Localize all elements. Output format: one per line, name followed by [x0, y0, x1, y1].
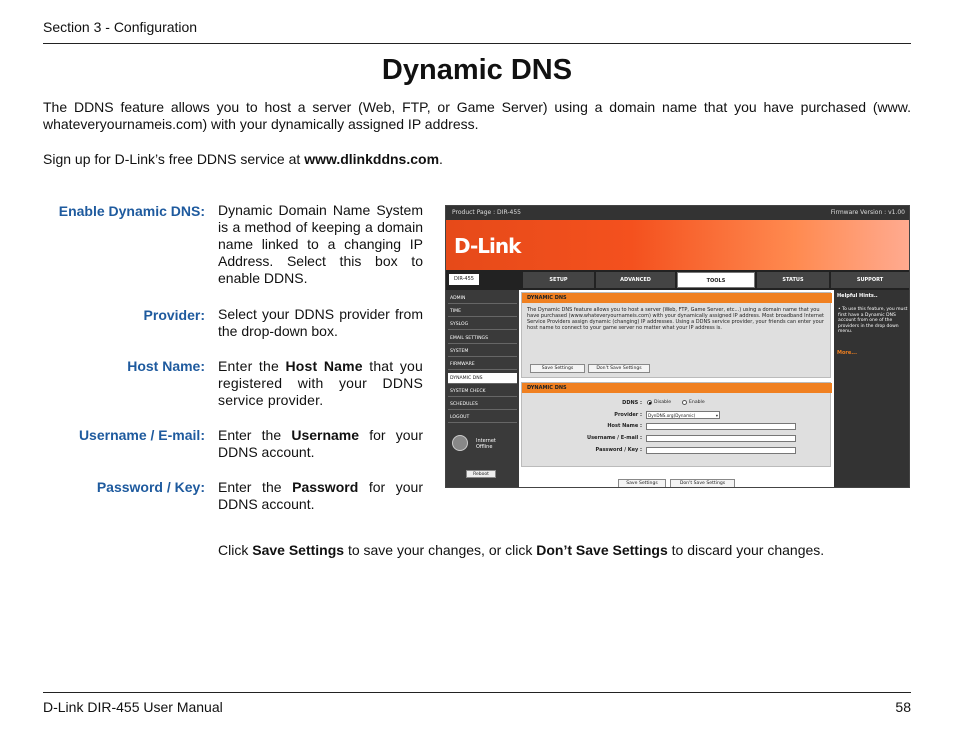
section-header: Section 3 - Configuration: [43, 19, 198, 35]
ddns-enable-radio[interactable]: [682, 400, 687, 405]
sidebar-item-system[interactable]: SYSTEM: [448, 346, 517, 357]
dlink-banner: D-Link: [446, 220, 909, 270]
product-page-text: Product Page : DIR-455: [452, 209, 521, 216]
top-navigation: DIR-455 SETUP ADVANCED TOOLS STATUS SUPP…: [446, 270, 909, 290]
sidebar-item-time[interactable]: TIME: [448, 306, 517, 317]
reboot-button[interactable]: Reboot: [466, 470, 496, 478]
desc-password: Enter the Password for your DDNS account…: [218, 479, 423, 513]
label-enable-dynamic-dns: Enable Dynamic DNS:: [58, 203, 205, 219]
label-username: Username / E-mail:: [78, 427, 205, 443]
intro-line-2: whateveryournameis.com) with your dynami…: [43, 116, 479, 132]
model-badge: DIR-455: [449, 274, 479, 285]
desc-username: Enter the Username for your DDNS account…: [218, 427, 423, 461]
more-link[interactable]: More...: [837, 350, 857, 356]
desc-username-bold: Username: [291, 427, 360, 443]
password-input[interactable]: [646, 447, 796, 454]
label-password: Password / Key:: [96, 479, 205, 495]
top-dont-save-settings-button[interactable]: Don't Save Settings: [588, 364, 650, 373]
closing-part-2: to save your changes, or click: [344, 542, 537, 558]
ddns-settings-box: DYNAMIC DNS DDNS : Disable Enable Provid…: [521, 382, 832, 467]
provider-select[interactable]: DynDNS.org(Dynamic) ▾: [646, 411, 720, 419]
host-name-field-label: Host Name :: [607, 423, 642, 429]
sidebar: ADMIN TIME SYSLOG EMAIL SETTINGS SYSTEM …: [446, 290, 519, 487]
helpful-hints-panel: Helpful Hints.. • To use this feature, y…: [834, 290, 909, 487]
desc-host-name: Enter the Host Name that you registered …: [218, 358, 423, 409]
sidebar-item-email-settings[interactable]: EMAIL SETTINGS: [448, 333, 517, 344]
dont-save-settings-button[interactable]: Don't Save Settings: [670, 479, 735, 487]
provider-select-value: DynDNS.org(Dynamic): [648, 413, 696, 418]
sidebar-item-logout[interactable]: LOGOUT: [448, 412, 517, 423]
main-panel: DYNAMIC DNS The Dynamic DNS feature allo…: [521, 292, 832, 487]
desc-provider: Select your DDNS provider from the drop-…: [218, 306, 423, 339]
sidebar-item-firmware[interactable]: FIRMWARE: [448, 359, 517, 370]
username-input[interactable]: [646, 435, 796, 442]
closing-part-1: Click: [218, 542, 253, 558]
firmware-version-text: Firmware Version : v1.00: [830, 209, 905, 216]
signup-suffix: .: [439, 151, 443, 167]
closing-save-settings: Save Settings: [252, 542, 345, 558]
dlink-logo: D-Link: [454, 234, 521, 258]
ddns-info-text: The Dynamic DNS feature allows you to ho…: [527, 307, 825, 331]
sidebar-item-system-check[interactable]: SYSTEM CHECK: [448, 386, 517, 397]
username-field-label: Username / E-mail :: [587, 435, 642, 441]
host-name-input[interactable]: [646, 423, 796, 430]
tab-advanced[interactable]: ADVANCED: [596, 272, 675, 288]
sidebar-item-syslog[interactable]: SYSLOG: [448, 319, 517, 330]
signup-link: www.dlinkddns.com: [304, 151, 440, 167]
tab-setup[interactable]: SETUP: [523, 272, 594, 288]
product-bar: Product Page : DIR-455 Firmware Version …: [446, 206, 909, 220]
password-field-label: Password / Key :: [595, 447, 642, 453]
signup-paragraph: Sign up for D-Link’s free DDNS service a…: [43, 151, 443, 167]
tab-tools[interactable]: TOOLS: [677, 272, 755, 288]
sidebar-item-dynamic-dns[interactable]: DYNAMIC DNS: [448, 373, 517, 384]
signup-prefix: Sign up for D-Link’s free DDNS service a…: [43, 151, 305, 167]
ddns-info-header: DYNAMIC DNS: [522, 293, 832, 303]
closing-paragraph: Click Save Settings to save your changes…: [218, 542, 824, 558]
intro-line-1: The DDNS feature allows you to host a se…: [43, 99, 911, 115]
helpful-hints-body: • To use this feature, you must first ha…: [838, 307, 908, 334]
ddns-disable-label: Disable: [654, 400, 672, 405]
footer-page-number: 58: [895, 699, 911, 715]
label-provider: Provider:: [143, 307, 205, 323]
internet-status: Internet Offline: [476, 438, 496, 450]
desc-password-bold: Password: [292, 479, 359, 495]
sidebar-item-admin[interactable]: ADMIN: [448, 293, 517, 304]
helpful-hints-title: Helpful Hints..: [837, 293, 878, 299]
desc-host-name-bold: Host Name: [285, 358, 363, 374]
internet-globe-icon: [452, 435, 468, 451]
ddns-disable-radio[interactable]: [647, 400, 652, 405]
closing-part-3: to discard your changes.: [667, 542, 825, 558]
intro-paragraph: The DDNS feature allows you to host a se…: [43, 99, 911, 133]
ddns-field-label: DDNS :: [622, 400, 642, 406]
label-host-name: Host Name:: [127, 358, 205, 374]
header-rule: [43, 43, 911, 44]
chevron-down-icon: ▾: [715, 413, 718, 418]
desc-host-name-pre: Enter the: [218, 358, 286, 374]
footer-manual-name: D-Link DIR-455 User Manual: [43, 699, 223, 715]
desc-enable-dynamic-dns: Dynamic Domain Name System is a method o…: [218, 202, 423, 286]
closing-dont-save-settings: Don’t Save Settings: [536, 542, 668, 558]
ddns-settings-header: DYNAMIC DNS: [522, 383, 832, 393]
ddns-enable-label: Enable: [689, 400, 705, 405]
page-title: Dynamic DNS: [381, 54, 573, 86]
save-settings-button[interactable]: Save Settings: [618, 479, 666, 487]
ddns-info-box: DYNAMIC DNS The Dynamic DNS feature allo…: [521, 292, 832, 378]
sidebar-item-schedules[interactable]: SCHEDULES: [448, 399, 517, 410]
desc-password-pre: Enter the: [218, 479, 293, 495]
router-screenshot: Product Page : DIR-455 Firmware Version …: [445, 205, 910, 488]
desc-username-pre: Enter the: [218, 427, 292, 443]
tab-status[interactable]: STATUS: [757, 272, 829, 288]
internet-status-line2: Offline: [476, 444, 493, 450]
top-save-settings-button[interactable]: Save Settings: [530, 364, 585, 373]
provider-field-label: Provider :: [614, 412, 642, 418]
tab-support[interactable]: SUPPORT: [831, 272, 909, 288]
footer-rule: [43, 692, 911, 693]
